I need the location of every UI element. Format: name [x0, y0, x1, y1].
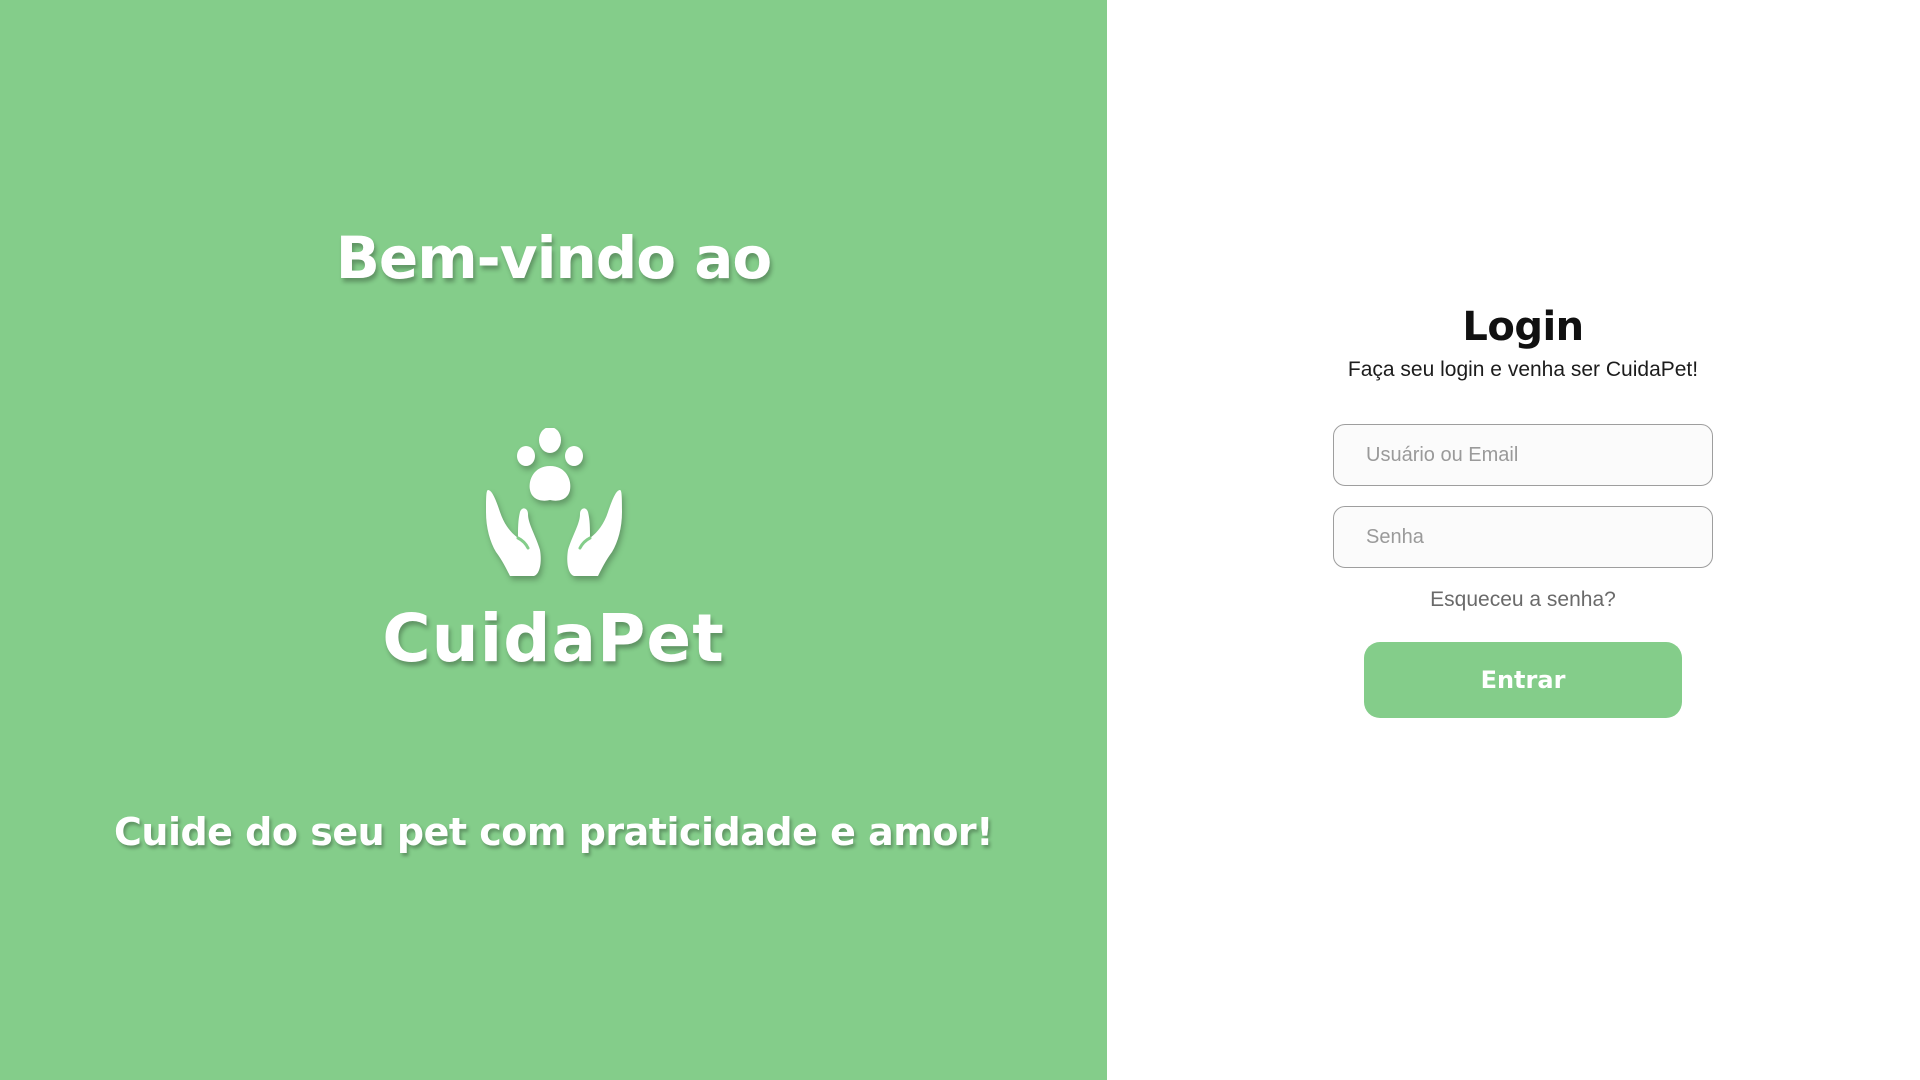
login-form: Login Faça seu login e venha ser CuidaPe… — [1333, 300, 1713, 718]
hands-paw-icon — [486, 428, 622, 576]
forgot-password-link[interactable]: Esqueceu a senha? — [1333, 588, 1713, 612]
tagline: Cuide do seu pet com praticidade e amor! — [114, 810, 994, 854]
password-input[interactable] — [1333, 506, 1713, 568]
login-button[interactable]: Entrar — [1364, 642, 1682, 718]
welcome-panel: Bem-vindo ao CuidaPet Cuide do seu pet c… — [0, 0, 1107, 1080]
login-title: Login — [1462, 304, 1584, 350]
brand-name: CuidaPet — [382, 600, 725, 677]
welcome-heading: Bem-vindo ao — [335, 224, 773, 292]
username-input[interactable] — [1333, 424, 1713, 486]
login-panel: Login Faça seu login e venha ser CuidaPe… — [1107, 0, 1920, 1080]
login-subtitle: Faça seu login e venha ser CuidaPet! — [1347, 358, 1699, 381]
login-page: Bem-vindo ao CuidaPet Cuide do seu pet c… — [0, 0, 1920, 1080]
